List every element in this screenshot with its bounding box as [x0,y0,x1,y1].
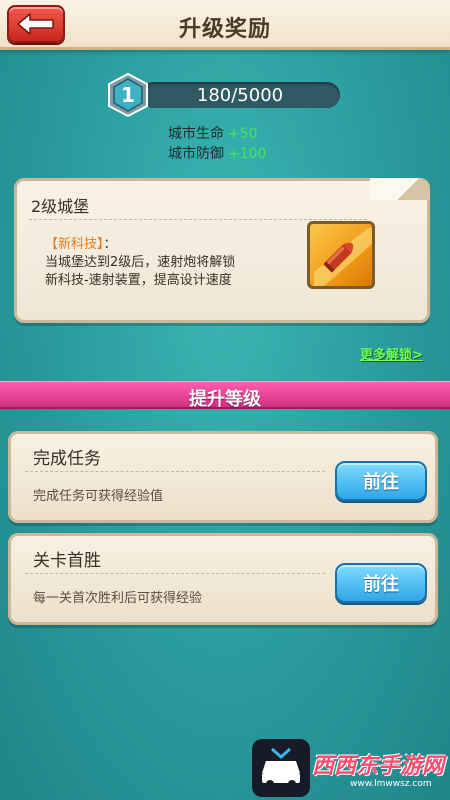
go-button[interactable]: 前往 [335,563,427,603]
task-divider [25,573,325,574]
section-header: 提升等级 [0,381,450,410]
go-button[interactable]: 前往 [335,461,427,501]
reward-title: 2级城堡 [31,197,90,216]
level-progress-bar: 180/5000 [140,82,340,108]
card-corner-decoration [370,178,430,200]
bullet-icon [307,221,375,289]
card-divider [29,219,367,220]
stat-value: +100 [228,146,267,162]
section-title: 提升等级 [189,389,261,410]
task-description: 每一关首次胜利后可获得经验 [33,591,203,606]
watermark-logo [252,739,310,797]
task-card-first-win: 关卡首胜 每一关首次胜利后可获得经验 前往 [8,533,438,625]
reward-desc-line: 当城堡达到2级后，速射炮将解锁 [45,255,236,270]
watermark-text: 西西东手游网 [312,754,445,779]
tech-tag-line: 【新科技】： [45,233,117,252]
tech-tag-suffix: ： [103,237,117,252]
reward-card: 2级城堡 【新科技】： 当城堡达到2级后，速射炮将解锁 新科技-速射装置，提高设… [14,178,430,323]
task-title: 关卡首胜 [33,551,101,571]
task-divider [25,471,325,472]
stat-value: +50 [228,126,258,142]
header-bar: 升级奖励 [0,0,450,50]
task-card-complete-missions: 完成任务 完成任务可获得经验值 前往 [8,431,438,523]
tech-tag: 【新科技】 [45,237,104,252]
stat-city-hp: 城市生命 +50 [168,123,258,143]
page-title: 升级奖励 [178,17,271,42]
reward-desc-line: 新科技-速射装置，提高设计速度 [45,273,232,288]
watermark-url: www.lmwwsz.com [350,779,432,789]
more-unlocks-link[interactable]: 更多解锁> [360,344,423,363]
stat-city-defense: 城市防御 +100 [168,143,266,163]
task-description: 完成任务可获得经验值 [33,489,164,504]
task-title: 完成任务 [33,449,101,469]
level-progress-text: 180/5000 [196,85,284,106]
level-number: 1 [121,83,135,107]
stat-label: 城市防御 [168,146,224,162]
stat-label: 城市生命 [168,126,224,142]
